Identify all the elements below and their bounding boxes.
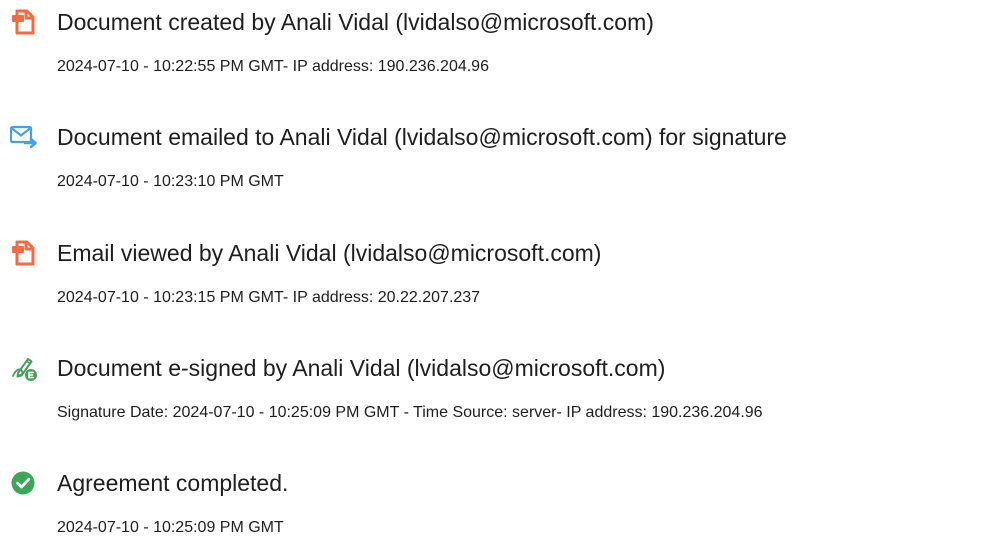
audit-event-document-emailed: Document emailed to Anali Vidal (lvidals…: [0, 123, 1000, 213]
event-detail: Signature Date: 2024-07-10 - 10:25:09 PM…: [57, 404, 763, 421]
email-viewed-icon: [10, 239, 38, 267]
e-signed-icon: [10, 354, 38, 382]
email-sent-icon: [10, 123, 38, 151]
audit-event-document-created: Document created by Anali Vidal (lvidals…: [0, 8, 1000, 98]
audit-event-email-viewed: Email viewed by Anali Vidal (lvidalso@mi…: [0, 239, 1000, 329]
event-title: Document e-signed by Anali Vidal (lvidal…: [57, 355, 666, 381]
event-detail: 2024-07-10 - 10:22:55 PM GMT- IP address…: [57, 58, 489, 75]
document-created-icon: [10, 8, 38, 36]
event-detail: 2024-07-10 - 10:25:09 PM GMT: [57, 519, 284, 536]
event-title: Email viewed by Anali Vidal (lvidalso@mi…: [57, 240, 602, 266]
agreement-completed-icon: [10, 469, 38, 497]
event-detail: 2024-07-10 - 10:23:10 PM GMT: [57, 173, 284, 190]
event-title: Document emailed to Anali Vidal (lvidals…: [57, 124, 787, 150]
event-detail: 2024-07-10 - 10:23:15 PM GMT- IP address…: [57, 289, 481, 306]
audit-event-document-e-signed: Document e-signed by Anali Vidal (lvidal…: [0, 354, 1000, 444]
event-title: Agreement completed.: [57, 470, 289, 496]
event-title: Document created by Anali Vidal (lvidals…: [57, 9, 654, 35]
audit-event-agreement-completed: Agreement completed. 2024-07-10 - 10:25:…: [0, 469, 1000, 559]
